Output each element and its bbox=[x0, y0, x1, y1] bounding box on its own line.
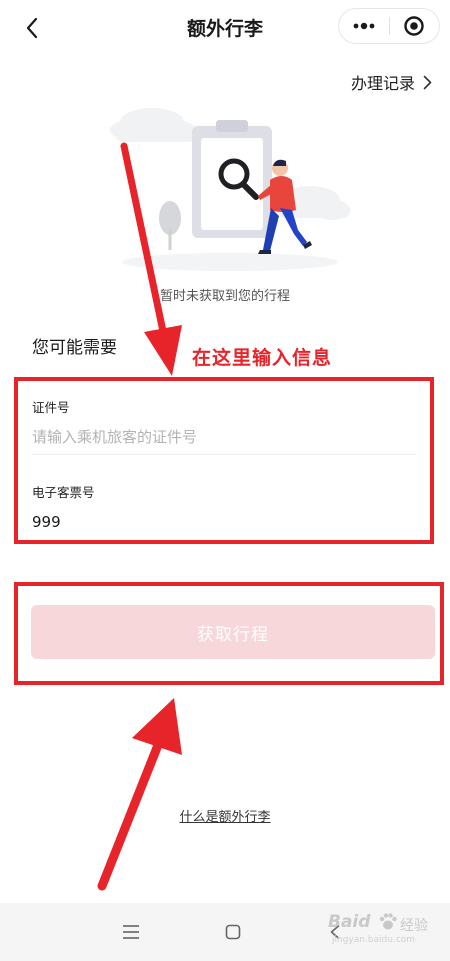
arrow-up-annotation bbox=[97, 698, 182, 891]
fetch-itinerary-button[interactable]: 获取行程 bbox=[31, 605, 435, 659]
empty-state-illustration bbox=[110, 108, 350, 271]
form-card: 证件号 电子客票号 bbox=[14, 377, 434, 544]
ground-shadow bbox=[122, 253, 338, 271]
id-number-input[interactable] bbox=[32, 426, 418, 448]
annotation-text: 在这里输入信息 bbox=[192, 347, 333, 369]
ticket-number-input[interactable] bbox=[32, 511, 418, 533]
watermark-brand: Baid bbox=[328, 912, 371, 932]
id-number-field: 证件号 bbox=[32, 397, 418, 448]
watermark-suffix: 经验 bbox=[400, 918, 428, 934]
chevron-right-icon bbox=[423, 75, 432, 89]
records-link-label: 办理记录 bbox=[350, 74, 415, 93]
section-title: 您可能需要 bbox=[32, 338, 117, 358]
target-close-icon bbox=[404, 16, 424, 36]
square-home-icon bbox=[225, 924, 241, 940]
mini-program-capsule bbox=[338, 8, 440, 44]
more-dots-icon bbox=[353, 22, 375, 30]
id-number-label: 证件号 bbox=[32, 400, 70, 415]
close-button[interactable] bbox=[389, 9, 439, 43]
menu-button[interactable] bbox=[116, 917, 146, 947]
tree-icon bbox=[159, 201, 181, 250]
cloud-left-icon bbox=[110, 108, 196, 142]
empty-state-message: 暂时未获取到您的行程 bbox=[159, 289, 290, 304]
baidu-watermark: Baid 经验 jingyan.baidu.com bbox=[326, 908, 444, 950]
nav-bar: 额外行李 bbox=[0, 0, 450, 56]
watermark-url: jingyan.baidu.com bbox=[332, 935, 416, 945]
field-divider bbox=[32, 454, 416, 455]
what-is-extra-baggage-link[interactable]: 什么是额外行李 bbox=[0, 806, 450, 825]
paw-icon bbox=[379, 913, 397, 930]
more-button[interactable] bbox=[339, 9, 389, 43]
menu-lines-icon bbox=[123, 925, 139, 939]
home-button[interactable] bbox=[218, 917, 248, 947]
ticket-number-field: 电子客票号 bbox=[32, 482, 418, 533]
records-link[interactable]: 办理记录 bbox=[351, 70, 432, 94]
ticket-number-label: 电子客票号 bbox=[32, 485, 95, 500]
